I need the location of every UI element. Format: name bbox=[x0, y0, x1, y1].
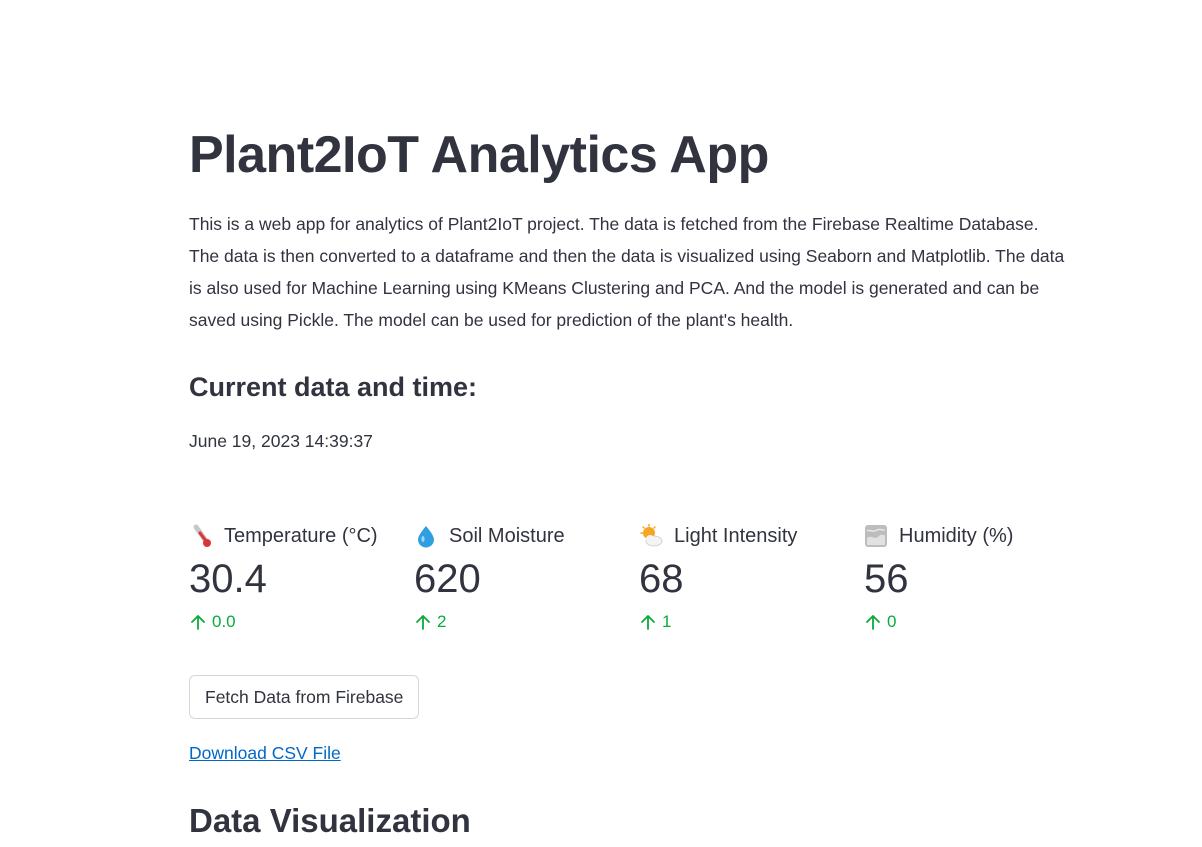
metric-delta: 0 bbox=[864, 612, 1084, 632]
arrow-up-icon bbox=[191, 615, 205, 630]
metric-delta-value: 0.0 bbox=[212, 612, 236, 631]
metric-delta-value: 1 bbox=[662, 612, 672, 631]
metric-label-row: Light Intensity bbox=[639, 520, 859, 552]
metric-label: Light Intensity bbox=[674, 524, 798, 547]
download-csv-link[interactable]: Download CSV File bbox=[189, 743, 341, 764]
metric-label-row: Soil Moisture bbox=[414, 520, 634, 552]
data-visualization-heading: Data Visualization bbox=[189, 802, 471, 839]
metric-label: Temperature (°C) bbox=[224, 524, 378, 547]
metric-label: Humidity (%) bbox=[899, 524, 1014, 547]
thermometer-icon bbox=[193, 524, 211, 547]
app-description: This is a web app for analytics of Plant… bbox=[189, 214, 1065, 330]
fog-icon bbox=[865, 525, 887, 547]
arrow-up-icon bbox=[416, 615, 430, 630]
metric-value: 68 bbox=[639, 557, 684, 601]
arrow-up-icon bbox=[641, 615, 655, 630]
metric-label: Soil Moisture bbox=[449, 524, 565, 547]
metric-soil-moisture: Soil Moisture 620 2 bbox=[414, 520, 634, 632]
metric-delta: 0.0 bbox=[189, 612, 409, 632]
arrow-up-icon bbox=[866, 615, 880, 630]
metric-value: 30.4 bbox=[189, 557, 267, 601]
metric-light-intensity: Light Intensity 68 1 bbox=[639, 520, 859, 632]
metric-label-row: Humidity (%) bbox=[864, 520, 1084, 552]
fetch-data-button[interactable]: Fetch Data from Firebase bbox=[189, 675, 420, 719]
metric-value: 620 bbox=[414, 557, 481, 601]
metric-humidity: Humidity (%) 56 0 bbox=[864, 520, 1084, 632]
metric-value: 56 bbox=[864, 557, 909, 601]
droplet-icon bbox=[418, 526, 434, 548]
metric-delta-value: 0 bbox=[887, 612, 897, 631]
metric-temperature: Temperature (°C) 30.4 0.0 bbox=[189, 520, 409, 632]
metric-label-row: Temperature (°C) bbox=[189, 520, 409, 552]
page-title: Plant2IoT Analytics App bbox=[189, 126, 769, 184]
metrics-row: Temperature (°C) 30.4 0.0 Soil Moisture … bbox=[189, 520, 1089, 640]
metric-delta: 1 bbox=[639, 612, 859, 632]
current-datetime: June 19, 2023 14:39:37 bbox=[189, 431, 373, 451]
metric-delta-value: 2 bbox=[437, 612, 447, 631]
metric-delta: 2 bbox=[414, 612, 634, 632]
sun-behind-cloud-icon bbox=[640, 524, 663, 547]
current-time-heading: Current data and time: bbox=[189, 372, 478, 402]
